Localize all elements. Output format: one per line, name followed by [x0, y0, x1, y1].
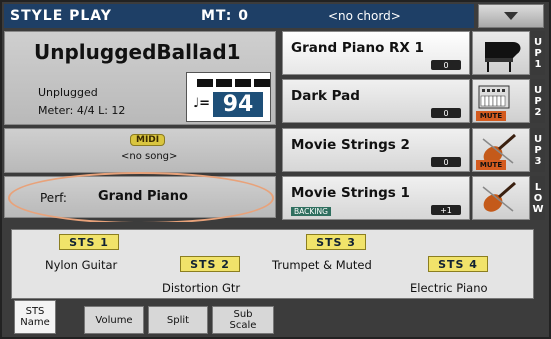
- song-name: <no song>: [121, 151, 178, 162]
- sts-1-sound: Nylon Guitar: [45, 258, 118, 272]
- page-menu-button[interactable]: [478, 4, 544, 28]
- tempo-value: 94: [213, 92, 263, 117]
- mute-badge: MUTE: [476, 111, 506, 121]
- tab-label: Volume: [95, 314, 133, 326]
- sound-name: Grand Piano RX 1: [291, 40, 424, 56]
- quarter-note-icon: ♩=: [193, 96, 211, 111]
- tempo-display[interactable]: ♩= 94: [186, 72, 271, 122]
- sts-1-button[interactable]: STS 1: [59, 234, 119, 250]
- page-title: STYLE PLAY: [10, 8, 112, 24]
- sound-upper3[interactable]: Movie Strings 2 0: [282, 128, 470, 172]
- sts-2-button[interactable]: STS 2: [180, 256, 240, 272]
- lower-tab[interactable]: LOW: [531, 176, 545, 220]
- octave-indicator: 0: [431, 60, 461, 70]
- sound-name: Dark Pad: [291, 88, 360, 104]
- style-name: UnpluggedBallad1: [34, 40, 241, 64]
- sound-name: Movie Strings 2: [291, 137, 410, 153]
- tab-label: Scale: [229, 320, 257, 331]
- highlight-oval: [8, 172, 274, 224]
- title-bar: STYLE PLAY MT: 0 <no chord>: [4, 4, 474, 28]
- sound-upper1[interactable]: Grand Piano RX 1 0: [282, 31, 470, 75]
- sts-4-sound: Electric Piano: [410, 281, 488, 295]
- octave-indicator: 0: [431, 157, 461, 167]
- tab-label: Name: [20, 317, 50, 328]
- tab-label: Sub: [233, 309, 253, 320]
- chevron-down-icon: [504, 12, 518, 20]
- midi-badge: MIDI: [130, 134, 166, 146]
- mute-badge: MUTE: [476, 160, 506, 170]
- beat-indicator: [197, 79, 270, 87]
- tab-label: STS: [25, 306, 45, 317]
- chord-display: <no chord>: [328, 9, 401, 23]
- octave-indicator: 0: [431, 108, 461, 118]
- grand-piano-icon[interactable]: [472, 31, 530, 75]
- sts-4-button[interactable]: STS 4: [428, 256, 488, 272]
- backing-badge: BACKING: [291, 207, 331, 216]
- style-bank: Unplugged: [38, 86, 98, 99]
- sts-3-button[interactable]: STS 3: [306, 234, 366, 250]
- violin-icon[interactable]: [472, 176, 530, 220]
- tab-sts-name[interactable]: STS Name: [14, 300, 56, 334]
- master-transpose: MT: 0: [201, 8, 249, 24]
- sts-2-sound: Distortion Gtr: [162, 281, 241, 295]
- sound-lower[interactable]: Movie Strings 1 BACKING +1: [282, 176, 470, 220]
- sts-3-sound: Trumpet & Muted: [272, 258, 372, 272]
- octave-indicator: +1: [431, 205, 461, 215]
- tab-split[interactable]: Split: [148, 306, 208, 334]
- tab-sub-scale[interactable]: Sub Scale: [212, 306, 274, 334]
- sound-name: Movie Strings 1: [291, 185, 410, 201]
- sound-upper2[interactable]: Dark Pad 0: [282, 79, 470, 123]
- upper2-tab[interactable]: UP2: [531, 79, 545, 123]
- tab-volume[interactable]: Volume: [84, 306, 144, 334]
- style-meter: Meter: 4/4 L: 12: [38, 104, 126, 117]
- upper1-tab[interactable]: UP1: [531, 31, 545, 75]
- upper3-tab[interactable]: UP3: [531, 128, 545, 172]
- tab-label: Split: [166, 314, 190, 326]
